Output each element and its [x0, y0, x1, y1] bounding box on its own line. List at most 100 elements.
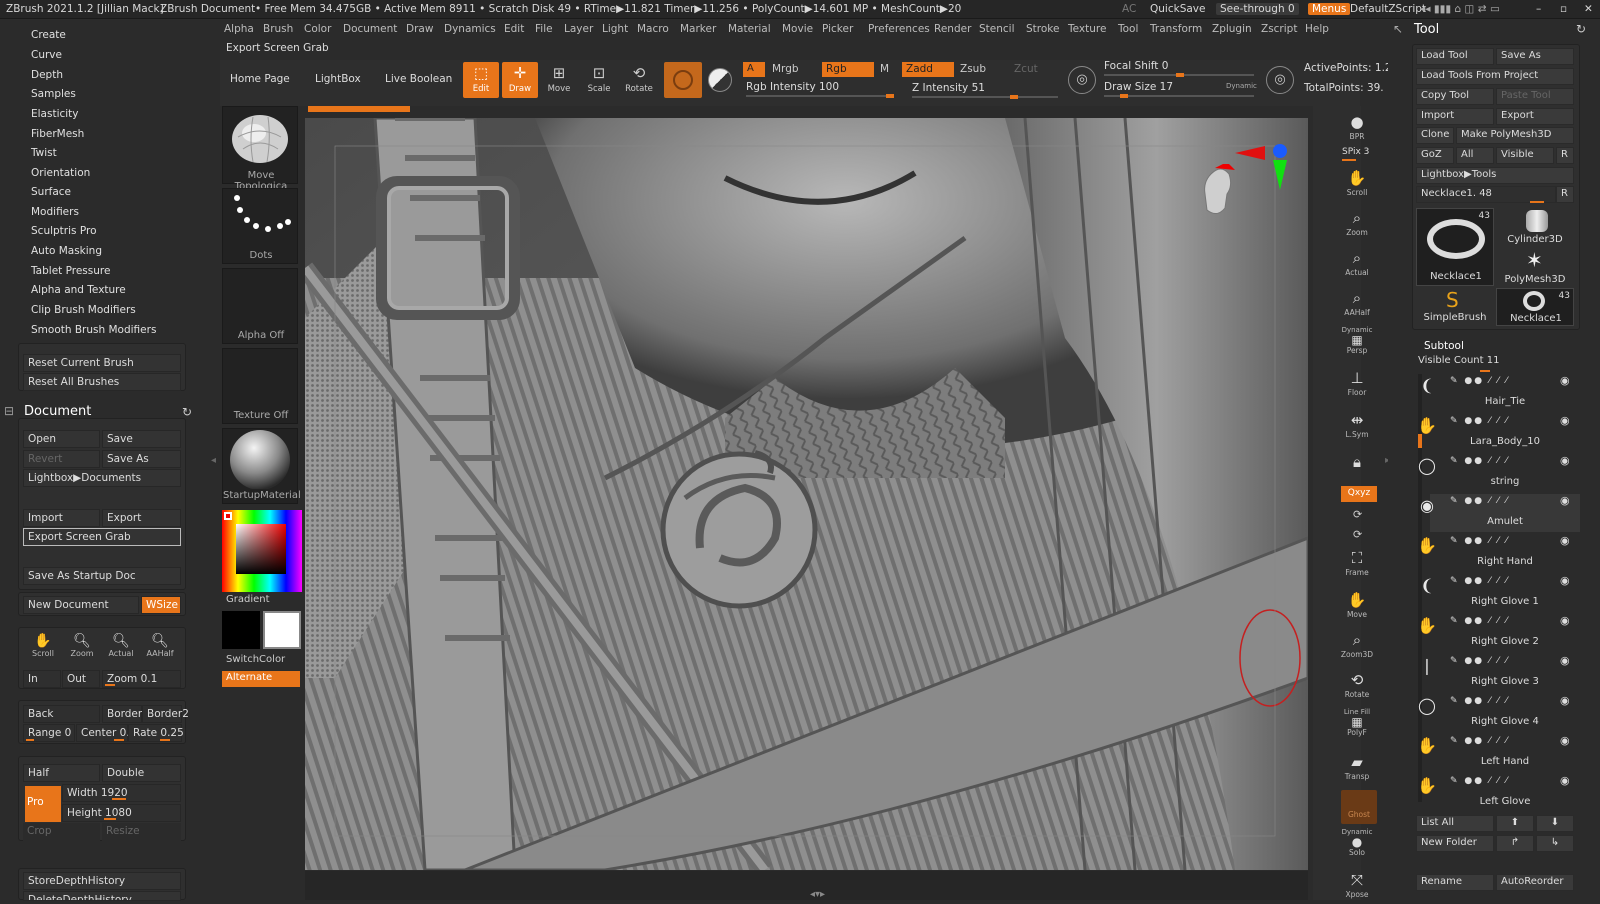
navigation-gizmo[interactable]	[1197, 162, 1241, 244]
subtool-row-right-glove-1[interactable]: ❨ ✎ ●● ⁄ ⁄ ⁄ ◉ Right Glove 1	[1420, 574, 1580, 612]
see-through-slider[interactable]: See-through 0	[1216, 3, 1299, 15]
back-color-button[interactable]: Back	[23, 705, 100, 723]
shelf-lock-button[interactable]: 🔒︎	[1339, 452, 1375, 486]
shelf-zoom3d-button[interactable]: ⌕ Zoom3D	[1339, 630, 1375, 664]
shelf-rotate-button[interactable]: ⟲ Rotate	[1339, 670, 1375, 704]
load-tools-from-project-button[interactable]: Load Tools From Project	[1416, 68, 1574, 85]
draw-size-slider[interactable]: Draw Size 17	[1104, 81, 1173, 93]
shelf-floor-button[interactable]: ⊥ Floor	[1339, 368, 1375, 402]
viewport-canvas[interactable]	[305, 118, 1308, 870]
brush-sub-depth[interactable]: Depth	[31, 69, 63, 81]
tool-save-as-button[interactable]: Save As	[1496, 48, 1574, 65]
tool-import-button[interactable]: Import	[1416, 108, 1494, 125]
shelf-persp-button[interactable]: Dynamic ▦ Persp	[1339, 326, 1375, 360]
z-rotate-icon[interactable]: ⟳	[1353, 528, 1362, 541]
subtool-row-lara-body[interactable]: ✋ ✎ ●● ⁄ ⁄ ⁄ ◉ Lara_Body_10	[1417, 414, 1580, 452]
brush-sub-clip[interactable]: Clip Brush Modifiers	[31, 304, 136, 316]
lightbox-tools-button[interactable]: Lightbox▶Tools	[1416, 167, 1574, 184]
border2-button[interactable]: Border2	[142, 705, 189, 723]
shelf-zoom-button[interactable]: ⌕ Zoom	[1339, 208, 1375, 242]
goz-all-button[interactable]: All	[1456, 147, 1494, 164]
alpha-thumbnail[interactable]: Alpha Off	[222, 268, 298, 344]
switchcolor-button[interactable]: SwitchColor	[226, 654, 285, 665]
mrgb-button[interactable]: Mrgb	[772, 63, 799, 75]
brush-sub-fibermesh[interactable]: FiberMesh	[31, 128, 84, 140]
brush-sub-elasticity[interactable]: Elasticity	[31, 108, 79, 120]
gizmo-x-axis-icon[interactable]	[1235, 146, 1265, 160]
document-save-button[interactable]: Save	[102, 430, 181, 448]
menu-picker[interactable]: Picker	[822, 23, 853, 35]
zoom-in-button[interactable]: In	[23, 670, 61, 688]
new-document-button[interactable]: New Document	[23, 596, 139, 614]
ghost-button[interactable]: Ghost	[1341, 790, 1377, 824]
menu-color[interactable]: Color	[304, 23, 331, 35]
shelf-move-button[interactable]: ✋ Move	[1339, 590, 1375, 624]
goz-r-button[interactable]: R	[1556, 147, 1574, 164]
shelf-frame-button[interactable]: ⛶ Frame	[1339, 548, 1375, 582]
color-swap-icon[interactable]	[708, 68, 732, 92]
live-boolean-button[interactable]: Live Boolean	[385, 73, 452, 85]
main-color-swatch[interactable]	[263, 611, 301, 649]
current-tool-r-button[interactable]: R	[1556, 186, 1574, 203]
save-as-startup-doc-button[interactable]: Save As Startup Doc	[23, 567, 181, 585]
folder-arrow-up-icon[interactable]: ↱	[1496, 835, 1534, 852]
doc-actual-button[interactable]: 🔍︎ Actual	[103, 633, 139, 665]
double-button[interactable]: Double	[102, 764, 181, 782]
minimize-icon[interactable]: –	[1536, 3, 1541, 15]
tool-item-cylinder3d[interactable]: Cylinder3D	[1496, 208, 1574, 246]
menu-preferences[interactable]: Preferences	[868, 23, 930, 35]
draw-button[interactable]: ✛ Draw	[502, 62, 538, 98]
move-down-arrow-icon[interactable]: ⬇	[1536, 815, 1574, 832]
document-save-as-button[interactable]: Save As	[102, 450, 181, 468]
menu-material[interactable]: Material	[728, 23, 771, 35]
shelf-aahalf-button[interactable]: ⌕ AAHalf	[1339, 288, 1375, 322]
shelf-solo-button[interactable]: Dynamic ● Solo	[1339, 828, 1375, 862]
edit-button[interactable]: ⬚ Edit	[463, 62, 499, 98]
doc-zoom-button[interactable]: 🔍︎ Zoom	[64, 633, 100, 665]
height-slider[interactable]: Height 1080	[62, 804, 181, 822]
zcut-button[interactable]: Zcut	[1014, 63, 1038, 75]
subtool-row-right-hand[interactable]: ✋ ✎ ●● ⁄ ⁄ ⁄ ◉ Right Hand	[1417, 534, 1580, 572]
menu-zplugin[interactable]: Zplugin	[1212, 23, 1252, 35]
list-all-button[interactable]: List All	[1416, 815, 1494, 832]
gradient-label[interactable]: Gradient	[226, 594, 270, 605]
brush-sub-surface[interactable]: Surface	[31, 186, 71, 198]
half-button[interactable]: Half	[23, 764, 100, 782]
spix-slider[interactable]: SPix 3	[1342, 147, 1369, 157]
menu-document[interactable]: Document	[343, 23, 397, 35]
bpr-button[interactable]: ● BPR	[1339, 112, 1375, 146]
left-tray-collapse-icon[interactable]: ◂	[211, 455, 216, 466]
menu-draw[interactable]: Draw	[406, 23, 433, 35]
subtool-row-string[interactable]: ◯ ✎ ●● ⁄ ⁄ ⁄ ◉ string	[1418, 454, 1580, 492]
bottom-tray-toggle-icon[interactable]: ◂▾▸	[810, 889, 825, 900]
dynamic-mode-icon[interactable]: ◎	[1266, 66, 1294, 94]
brush-sub-curve[interactable]: Curve	[31, 49, 62, 61]
tool-item-necklace1[interactable]: 43 Necklace1	[1416, 208, 1494, 286]
document-revert-button[interactable]: Revert	[23, 450, 100, 468]
menu-stroke[interactable]: Stroke	[1026, 23, 1059, 35]
brush-sub-automasking[interactable]: Auto Masking	[31, 245, 102, 257]
move-up-arrow-icon[interactable]: ⬆	[1496, 815, 1534, 832]
lightbox-button[interactable]: LightBox	[315, 73, 361, 85]
goz-visible-button[interactable]: Visible	[1496, 147, 1554, 164]
xyz-rotate-button[interactable]: Qxyz	[1341, 486, 1377, 502]
zsub-button[interactable]: Zsub	[960, 63, 986, 75]
menu-help[interactable]: Help	[1305, 23, 1329, 35]
shelf-actual-button[interactable]: ⌕ Actual	[1339, 248, 1375, 282]
gizmo-z-axis-icon[interactable]	[1273, 144, 1287, 158]
brush-sub-modifiers[interactable]: Modifiers	[31, 206, 79, 218]
current-color-swatch[interactable]	[224, 512, 232, 520]
subtool-row-right-glove-3[interactable]: ❘ ✎ ●● ⁄ ⁄ ⁄ ◉ Right Glove 3	[1420, 654, 1580, 692]
alternate-button[interactable]: Alternate	[222, 671, 300, 687]
paste-tool-button[interactable]: Paste Tool	[1496, 88, 1574, 105]
autoreorder-button[interactable]: AutoReorder	[1496, 874, 1574, 891]
border-button[interactable]: Border	[102, 705, 142, 723]
tool-item-necklace1-b[interactable]: 43 Necklace1	[1496, 288, 1574, 326]
menu-file[interactable]: File	[535, 23, 553, 35]
menu-light[interactable]: Light	[602, 23, 628, 35]
color-picker-square[interactable]	[236, 524, 286, 574]
stroke-mode-icon[interactable]: ◎	[1068, 66, 1096, 94]
m-button[interactable]: M	[880, 63, 889, 75]
material-thumbnail[interactable]: StartupMaterial	[222, 428, 301, 504]
zadd-button[interactable]: Zadd	[902, 62, 954, 77]
